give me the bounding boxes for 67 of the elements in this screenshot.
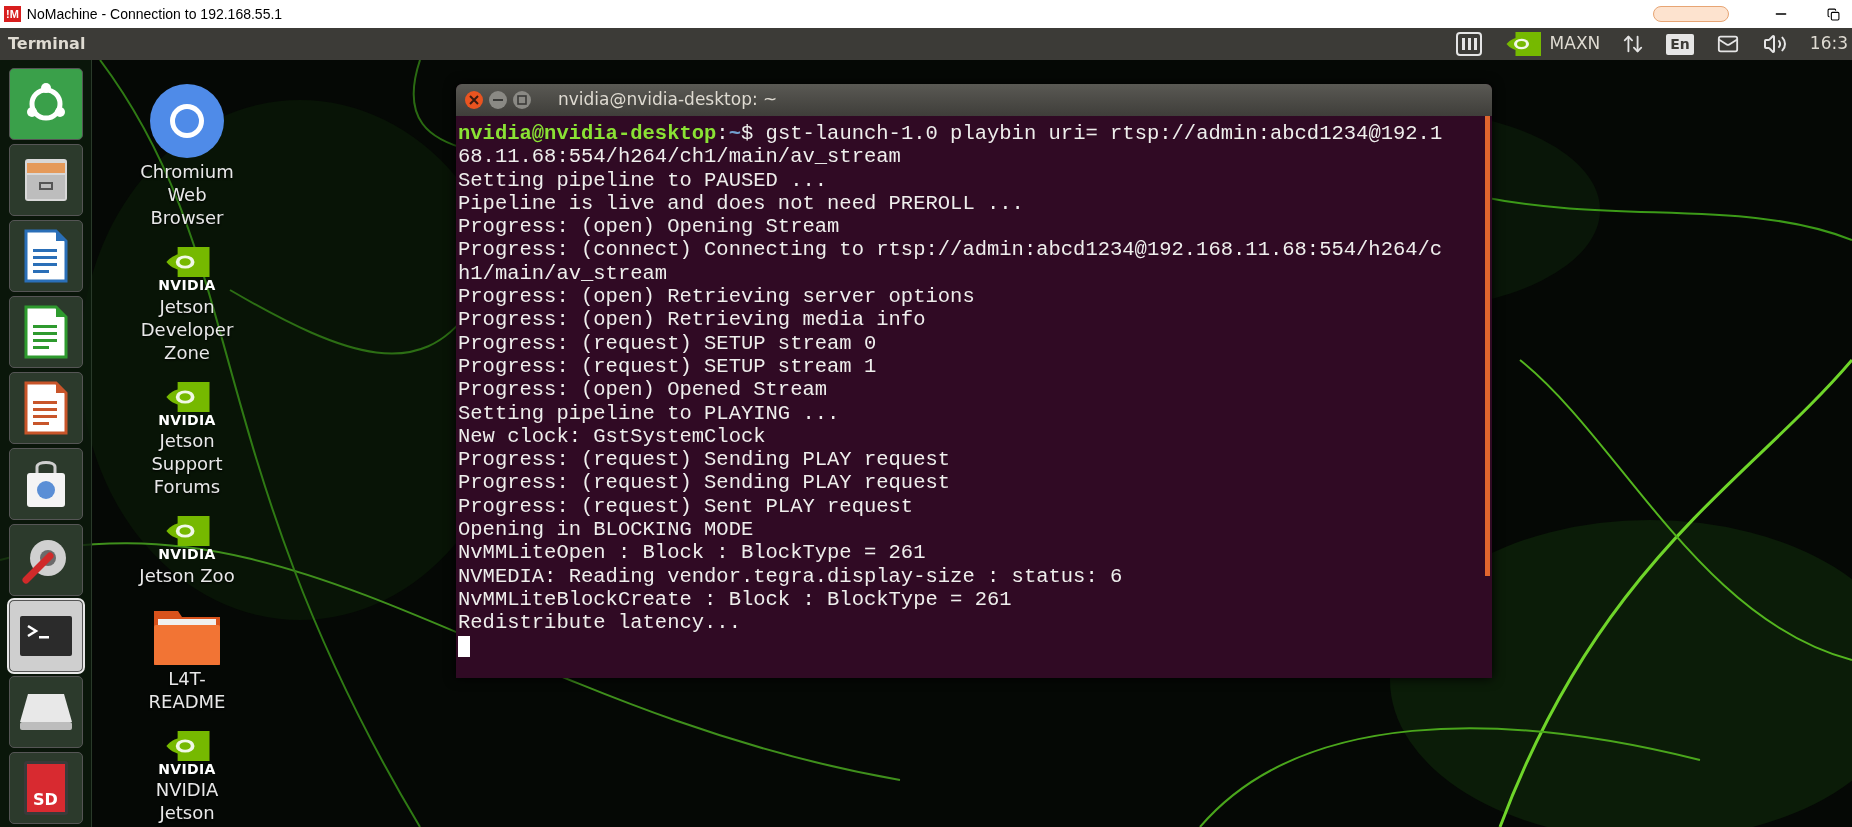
terminal-line: 68.11.68:554/h264/ch1/main/av_stream [458, 145, 901, 169]
terminal-line: Progress: (request) SETUP stream 0 [458, 331, 877, 355]
launcher-item[interactable] [8, 524, 83, 596]
terminal-line: nvidia@nvidia-desktop:~$ gst-launch-1.0 playbin uri= rtsp://admin:abcd1234@192.1 [458, 122, 1443, 146]
terminal-line: Progress: (request) Sending PLAY request [458, 448, 951, 472]
terminal-line: NvMMLiteOpen : Block : BlockType = 261 [458, 541, 926, 565]
restore-icon[interactable] [1827, 7, 1840, 21]
document-icon [22, 305, 69, 359]
panel-title: Terminal [8, 33, 86, 55]
terminal-line: Progress: (open) Opening Stream [458, 215, 840, 239]
terminal-line: NvMMLiteBlockCreate : Block : BlockType = 261 [458, 587, 1012, 612]
launcher-item[interactable] [8, 372, 83, 444]
launcher-item[interactable]: SD [8, 752, 83, 824]
launcher-item[interactable] [8, 600, 83, 672]
launcher-item[interactable] [8, 144, 83, 216]
maximize-icon[interactable] [512, 90, 532, 110]
document-icon [22, 381, 69, 435]
launcher-item[interactable] [8, 448, 83, 520]
app-logo: !M [4, 6, 21, 22]
logo-wordmark: NVIDIA [158, 411, 216, 429]
terminal-line: Progress: (connect) Connecting to rtsp://admin:abcd1234@192.168.11.68:554/h264/c [458, 238, 1443, 262]
eye-logo-icon [164, 247, 210, 277]
launcher-item[interactable] [8, 68, 83, 140]
desktop-icon-label[interactable]: Jetson Developer Zone [131, 294, 243, 364]
browser-icon [148, 82, 226, 160]
desktop-icon-label[interactable]: NVIDIA Jetson [131, 778, 243, 824]
desktop-icon-label[interactable]: L4T-README [131, 666, 243, 713]
terminal-line: Pipeline is live and does not need PREROLL ... [458, 191, 1024, 216]
logo-wordmark: NVIDIA [158, 760, 216, 778]
terminal-line: Progress: (request) Sending PLAY request [458, 471, 951, 495]
desktop-icon-label[interactable]: Jetson Support Forums [131, 429, 243, 498]
launcher-item[interactable] [8, 296, 83, 368]
terminal-line: Progress: (open) Retrieving server options [458, 285, 975, 309]
volume-icon[interactable] [1761, 32, 1788, 56]
launcher-item[interactable] [8, 676, 83, 748]
terminal-line: Opening in BLOCKING MODE [458, 518, 754, 542]
window-title: NoMachine - Connection to 192.168.55.1 [26, 4, 283, 24]
eye-logo-icon [164, 730, 210, 761]
close-icon[interactable] [464, 90, 484, 110]
terminal-icon [17, 614, 74, 658]
eye-logo-icon [164, 381, 210, 412]
terminal-line: h1/main/av_stream [458, 261, 668, 286]
document-icon [22, 229, 69, 283]
sd-label: SD [33, 792, 58, 808]
terminal-line: Setting pipeline to PAUSED ... [458, 168, 828, 192]
desktop-icon-label[interactable]: Jetson Zoo [131, 563, 243, 587]
desktop-icon-label[interactable]: Chromium Web Browser [131, 160, 243, 229]
terminal-line: Progress: (request) Sent PLAY request [458, 494, 914, 519]
keyboard-layout-indicator[interactable]: En [1666, 33, 1694, 55]
terminal-line: Redistribute latency... [458, 611, 741, 635]
drive-icon [17, 692, 74, 732]
terminal-line: Progress: (open) Opened Stream [458, 378, 828, 402]
terminal-title: nvidia@nvidia-desktop: ~ [558, 88, 778, 112]
terminal-line: NVMEDIA: Reading vendor.tegra.display-size : status: 6 [458, 564, 1123, 588]
mail-icon[interactable] [1715, 33, 1740, 55]
terminal-line: Progress: (request) SETUP stream 1 [458, 354, 877, 379]
terminal-line: Progress: (open) Retrieving media info [458, 308, 926, 332]
logo-wordmark: NVIDIA [158, 546, 216, 564]
eye-logo-icon [164, 516, 210, 546]
logo-wordmark: NVIDIA [158, 277, 216, 295]
terminal-line: Setting pipeline to PLAYING ... [458, 401, 840, 425]
clock[interactable]: 16:3 [1809, 31, 1848, 57]
launcher-item[interactable] [8, 220, 83, 292]
terminal-line: New clock: GstSystemClock [458, 424, 766, 449]
app-indicator-icon[interactable] [1455, 32, 1482, 56]
power-mode-label[interactable]: MAXN [1549, 31, 1601, 57]
network-icon[interactable] [1622, 33, 1645, 55]
